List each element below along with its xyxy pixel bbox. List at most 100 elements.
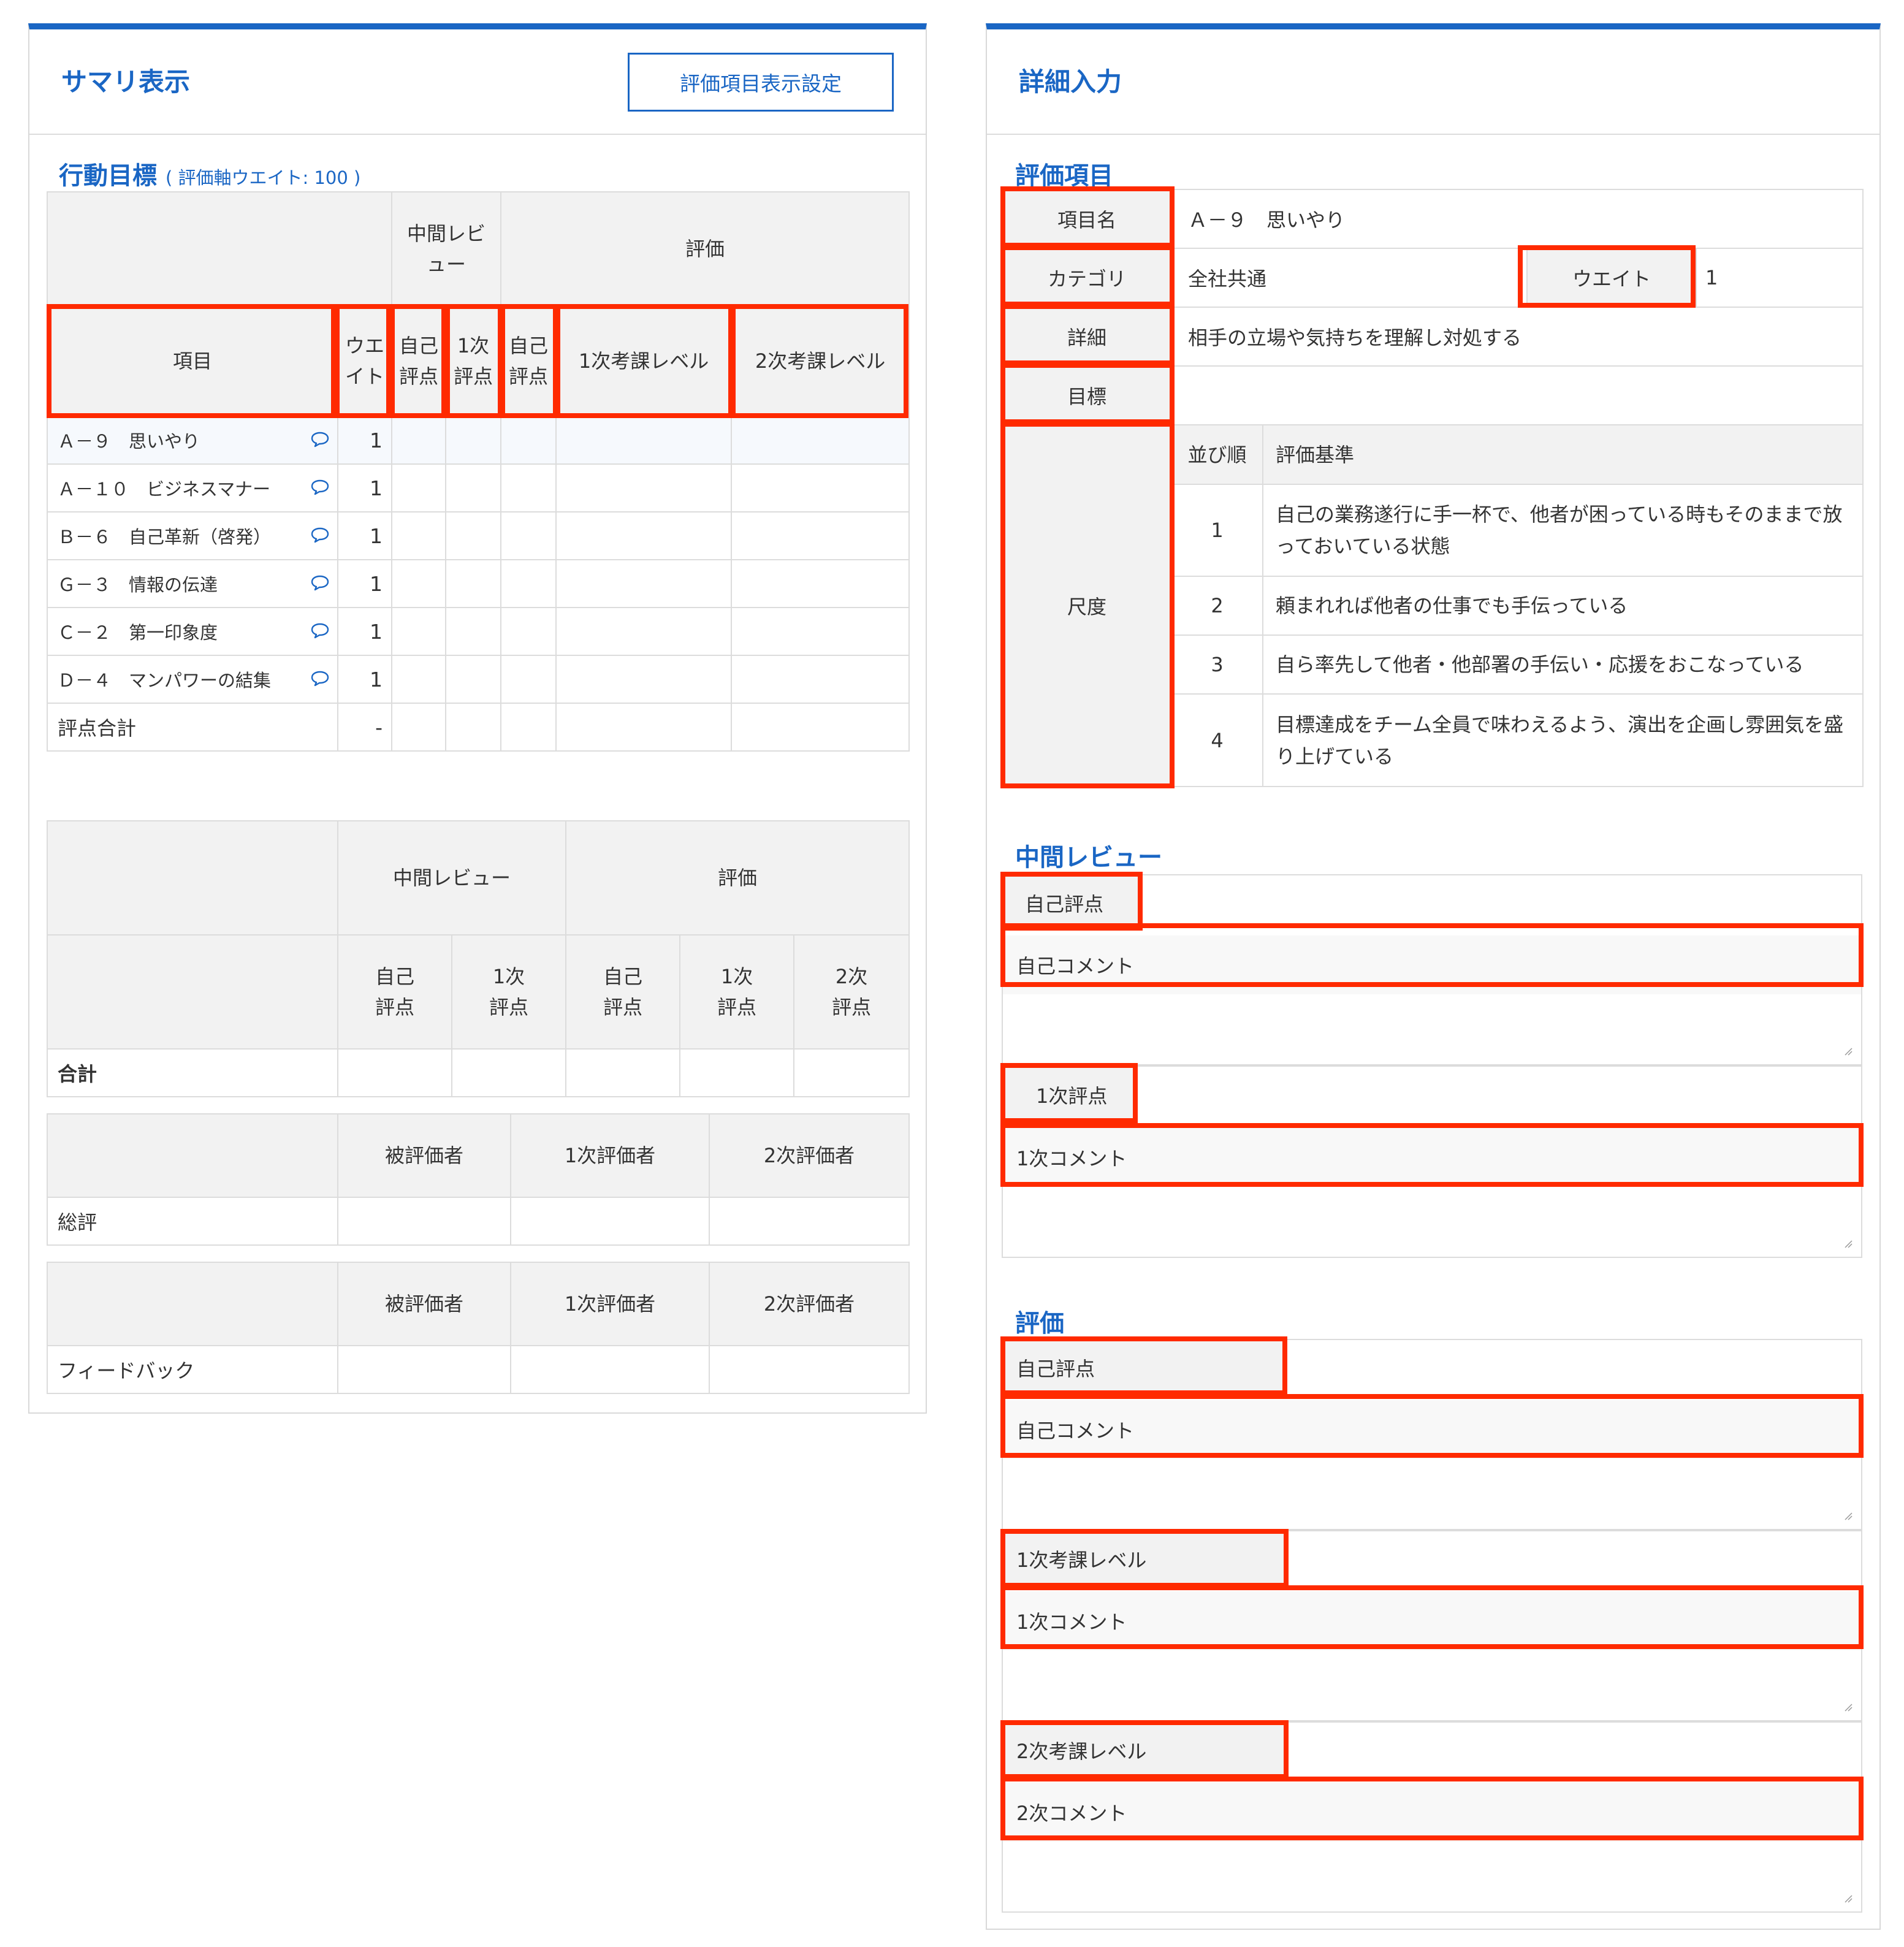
eval-self-score-cell[interactable] [500,416,557,465]
overall-review-first-cell[interactable] [510,1197,710,1246]
evaluation-display-settings-button[interactable]: 評価項目表示設定 [628,53,894,112]
evaluation-item-heading: 評価項目 [1015,162,1113,190]
eval-second-level-cell[interactable] [731,511,910,560]
table-row[interactable]: Ａ－９ 思いやり 1 [47,416,910,465]
scale-criteria: 頼まれれば他者の仕事でも手伝っている [1262,576,1863,636]
eval-self-score-cell[interactable] [500,655,557,704]
mid-first-comment-input[interactable]: 1次コメント [1003,1128,1861,1187]
resize-handle-icon[interactable] [1844,1047,1853,1056]
resize-handle-icon[interactable] [1844,1512,1853,1520]
eval-second-comment-input[interactable]: 2次コメント [1003,1783,1861,1842]
evaluatee-header: 被評価者 [337,1262,511,1346]
table-row[interactable]: Ｄ－４ マンパワーの結集 1 [47,655,910,704]
resize-handle-icon[interactable] [1844,1703,1853,1712]
feedback-evaluatee-cell[interactable] [337,1345,511,1394]
mid-self-score-cell[interactable] [391,655,446,704]
mid-first-score-cell[interactable] [444,655,502,704]
table-row[interactable]: Ｂ－６ 自己革新（啓発） 1 [47,511,910,560]
weight-label: ウエイト [1526,248,1697,308]
behavior-goal-heading: 行動目標 ( 評価軸ウエイト: 100 ) [59,156,360,191]
mid-first-score-cell[interactable] [444,463,502,512]
feedback-second-cell[interactable] [709,1345,910,1394]
eval-self-score-cell[interactable] [500,463,557,512]
eval-first-score-header: 1次評点 [679,934,795,1050]
eval-self-block: 自己評点 自己コメント [1002,1339,1862,1530]
scale-order: 2 [1172,576,1263,636]
speech-bubble-icon[interactable] [311,431,329,448]
eval-self-comment-input[interactable]: 自己コメント [1003,1400,1861,1459]
scale-order: 4 [1172,693,1263,786]
eval-self-score-header: 自己評点 [500,305,557,417]
speech-bubble-icon[interactable] [311,670,329,687]
mid-self-block: 自己評点 自己コメント [1002,874,1862,1065]
evaluation-axis-weight: ( 評価軸ウエイト: 100 ) [165,167,361,188]
feedback-first-cell[interactable] [510,1345,710,1394]
scale-table: 並び順 評価基準 1 自己の業務遂行に手一杯で、他者が困っている時もそのままで放っ… [1172,425,1863,786]
mid-self-score-cell[interactable] [391,559,446,608]
mid-first-score-cell[interactable] [444,416,502,465]
eval-first-level-label: 1次考課レベル [1003,1531,1285,1587]
overall-review-label: 総評 [47,1197,338,1246]
scale-row: 1 自己の業務遂行に手一杯で、他者が困っている時もそのままで放っておいている状態 [1172,484,1863,577]
speech-bubble-icon[interactable] [311,527,329,544]
eval-first-level-cell[interactable] [555,607,733,656]
goal-label: 目標 [1002,365,1172,425]
eval-self-score-cell[interactable] [500,559,557,608]
table-row[interactable]: Ｃ－２ 第一印象度 1 [47,607,910,656]
mid-first-score-cell[interactable] [444,511,502,560]
eval-second-level-cell[interactable] [731,559,910,608]
eval-first-level-cell[interactable] [555,655,733,704]
second-evaluator-header: 2次評価者 [709,1262,910,1346]
eval-first-level-header: 1次考課レベル [555,305,733,417]
detail-label: 詳細 [1002,307,1172,367]
item-name-cell[interactable]: Ａ－１０ ビジネスマナー [47,463,338,512]
resize-handle-icon[interactable] [1844,1240,1853,1248]
scale-criteria-header: 評価基準 [1262,425,1863,485]
second-evaluator-header: 2次評価者 [709,1113,910,1198]
mid-self-score-cell[interactable] [391,607,446,656]
mid-self-score-cell[interactable] [391,511,446,560]
evaluation-item-detail-table: 項目名 Ａ－９ 思いやり カテゴリ 全社共通 ウエイト 1 詳細 相手の立場や気… [1002,189,1864,787]
eval-first-block: 1次考課レベル 1次コメント [1002,1530,1862,1721]
mid-self-score-cell[interactable] [391,463,446,512]
scale-order: 3 [1172,634,1263,695]
eval-second-level-cell[interactable] [731,416,910,465]
mid-first-score-cell[interactable] [444,607,502,656]
table-row[interactable]: Ｇ－３ 情報の伝達 1 [47,559,910,608]
eval-second-block: 2次考課レベル 2次コメント [1002,1721,1862,1913]
mid-review-heading: 中間レビュー [1015,844,1162,872]
resize-handle-icon[interactable] [1844,1894,1853,1903]
eval-first-level-cell[interactable] [555,416,733,465]
speech-bubble-icon[interactable] [311,479,329,496]
item-name-cell[interactable]: Ｂ－６ 自己革新（啓発） [47,511,338,560]
overall-review-evaluatee-cell[interactable] [337,1197,511,1246]
category-label: カテゴリ [1002,248,1172,308]
weight-column-header: ウエイト [337,305,392,417]
eval-self-score-cell[interactable] [500,607,557,656]
speech-bubble-icon[interactable] [311,574,329,592]
evaluatee-header: 被評価者 [337,1113,511,1198]
eval-second-level-cell[interactable] [731,655,910,704]
mid-self-score-cell[interactable] [391,416,446,465]
first-evaluator-header: 1次評価者 [510,1262,710,1346]
mid-self-score-header: 自己評点 [337,934,452,1050]
overall-review-table: 被評価者 1次評価者 2次評価者 総評 [47,1113,910,1246]
eval-first-level-cell[interactable] [555,511,733,560]
goal-value [1170,365,1864,425]
item-name-cell[interactable]: Ｄ－４ マンパワーの結集 [47,655,338,704]
mid-self-comment-input[interactable]: 自己コメント [1003,935,1861,994]
table-row[interactable]: Ａ－１０ ビジネスマナー 1 [47,463,910,512]
eval-self-score-cell[interactable] [500,511,557,560]
mid-first-score-cell[interactable] [444,559,502,608]
eval-second-level-cell[interactable] [731,607,910,656]
weight-cell: 1 [337,511,392,560]
speech-bubble-icon[interactable] [311,622,329,639]
eval-first-level-cell[interactable] [555,559,733,608]
eval-first-level-cell[interactable] [555,463,733,512]
overall-review-second-cell[interactable] [709,1197,910,1246]
item-name-cell[interactable]: Ｇ－３ 情報の伝達 [47,559,338,608]
item-name-cell[interactable]: Ａ－９ 思いやり [47,416,338,465]
eval-second-level-cell[interactable] [731,463,910,512]
eval-first-comment-input[interactable]: 1次コメント [1003,1591,1861,1650]
item-name-cell[interactable]: Ｃ－２ 第一印象度 [47,607,338,656]
